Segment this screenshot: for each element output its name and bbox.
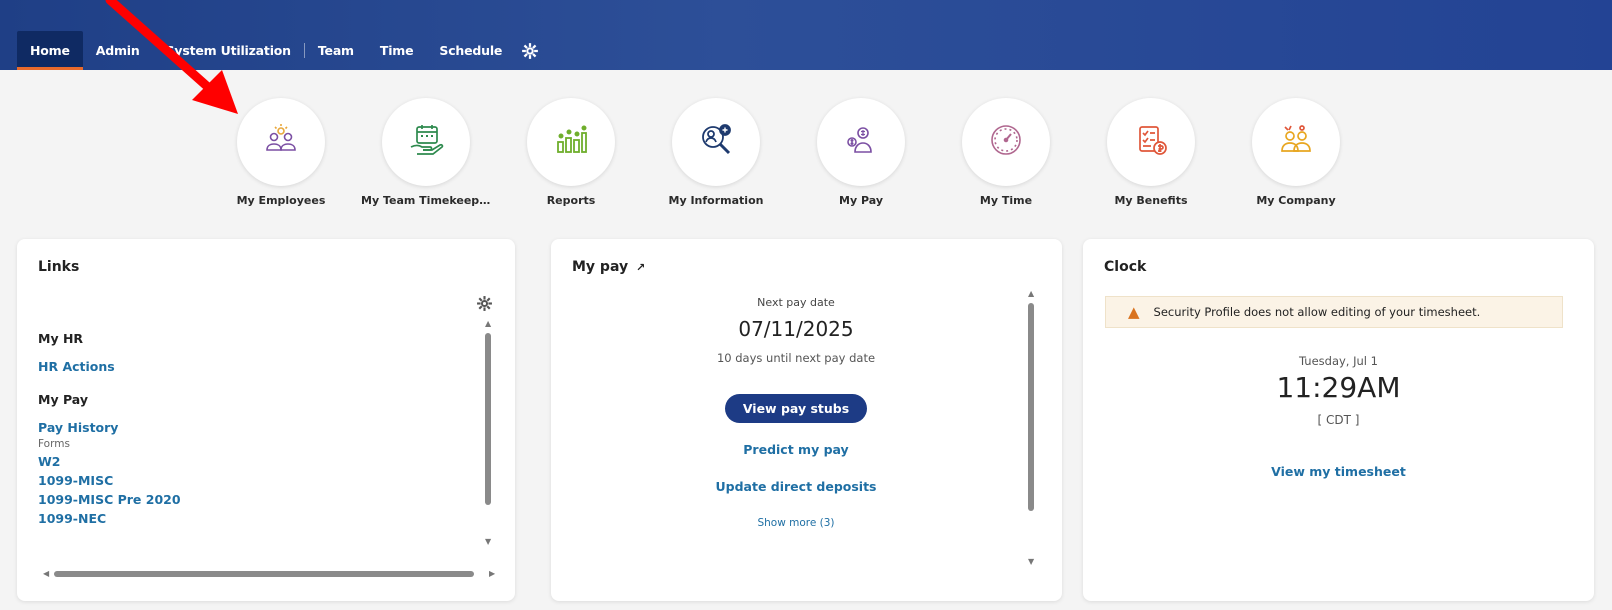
links-heading-my-hr: My HR [38,331,84,346]
my-information-icon [697,121,735,163]
links-vertical-scrollbar[interactable]: ▲ ▼ [483,319,493,549]
tile-label: Reports [546,194,596,207]
employees-icon [263,122,299,162]
predict-my-pay-link[interactable]: Predict my pay [551,442,1041,457]
my-pay-icon [843,122,879,162]
clock-time: 11:29AM [1276,371,1401,404]
next-pay-date: 07/11/2025 [738,317,854,341]
tile-label: My Team Timekeepi... [361,194,491,207]
next-pay-label: Next pay date [757,296,835,309]
tile-label: My Benefits [1114,194,1188,207]
tile-circle [962,98,1050,186]
links-subheading-forms: Forms [38,438,70,450]
my-pay-card: My pay ↗ Next pay date 07/11/2025 10 day… [551,239,1062,601]
tile-my-benefits[interactable]: My Benefits [1086,98,1216,207]
tile-my-information[interactable]: My Information [651,98,781,207]
tile-my-pay[interactable]: My Pay [796,98,926,207]
tile-label: My Company [1256,194,1336,207]
nav-home[interactable]: Home [17,31,83,70]
tile-label: My Employees [236,194,326,207]
quick-access-tiles: My Employees My Team Timekeepi... Report… [0,98,1612,218]
tile-circle [527,98,615,186]
nav-schedule[interactable]: Schedule [426,31,515,70]
external-link-icon: ↗ [635,261,646,274]
view-pay-stubs-wrap: View pay stubs [551,394,1041,423]
my-pay-title-text: My pay [572,259,629,275]
nav-admin[interactable]: Admin [83,31,153,70]
links-card-title: Links [38,259,80,275]
clock-timezone: [ CDT ] [1317,413,1360,427]
scroll-up-arrow-icon[interactable]: ▲ [1028,289,1034,298]
reports-icon [553,122,589,162]
links-list: My HR HR Actions My Pay Pay History Form… [38,329,478,526]
tile-label: My Pay [839,194,883,207]
tile-circle [237,98,325,186]
pay-vertical-scrollbar[interactable]: ▲ ▼ [1026,289,1036,569]
tile-circle [817,98,905,186]
warning-icon: ▲ [1128,303,1140,321]
clock-card: Clock ▲ Security Profile does not allow … [1083,239,1594,601]
update-direct-deposits-link[interactable]: Update direct deposits [551,479,1041,494]
scroll-down-arrow-icon[interactable]: ▼ [1028,557,1034,566]
tile-reports[interactable]: Reports [506,98,636,207]
nav-team[interactable]: Team [305,31,367,70]
link-1099-nec[interactable]: 1099-NEC [38,511,478,526]
scroll-down-arrow-icon[interactable]: ▼ [485,537,491,546]
my-benefits-icon [1133,122,1169,162]
tile-label: My Information [668,194,764,207]
tile-my-time[interactable]: My Time [941,98,1071,207]
scrollbar-thumb[interactable] [485,333,491,505]
alert-text: Security Profile does not allow editing … [1153,305,1481,319]
timesheet-permission-alert: ▲ Security Profile does not allow editin… [1105,296,1563,328]
link-hr-actions[interactable]: HR Actions [38,359,478,374]
my-company-icon [1277,121,1315,163]
show-more-link[interactable]: Show more (3) [551,517,1041,529]
top-nav-bar: Home Admin System Utilization Team Time … [0,0,1612,70]
scrollbar-thumb[interactable] [54,571,474,577]
links-horizontal-scrollbar[interactable]: ◀ ▶ [23,569,495,579]
scroll-up-arrow-icon[interactable]: ▲ [485,319,491,328]
my-pay-card-title[interactable]: My pay ↗ [572,259,645,275]
main-nav: Home Admin System Utilization Team Time … [17,31,545,70]
scroll-left-arrow-icon[interactable]: ◀ [43,569,49,578]
tile-my-employees[interactable]: My Employees [216,98,346,207]
tile-circle [672,98,760,186]
clock-card-title: Clock [1104,259,1147,275]
link-pay-history[interactable]: Pay History [38,420,478,435]
link-w2[interactable]: W2 [38,454,478,469]
clock-date: Tuesday, Jul 1 [1299,354,1378,368]
link-1099-misc-pre-2020[interactable]: 1099-MISC Pre 2020 [38,492,478,507]
tile-circle [1107,98,1195,186]
nav-time[interactable]: Time [367,31,427,70]
links-card: Links My HR HR Actions My Pay Pay Histor… [17,239,515,601]
tile-my-company[interactable]: My Company [1231,98,1361,207]
scrollbar-thumb[interactable] [1028,303,1034,511]
tile-circle [382,98,470,186]
days-until-pay: 10 days until next pay date [716,351,876,365]
view-pay-stubs-button[interactable]: View pay stubs [724,394,868,423]
tile-label: My Time [979,194,1033,207]
my-time-icon [987,121,1025,163]
team-timekeeping-icon [407,121,445,163]
tile-circle [1252,98,1340,186]
links-heading-my-pay: My Pay [38,392,88,407]
view-my-timesheet-link[interactable]: View my timesheet [1083,464,1594,479]
scroll-right-arrow-icon[interactable]: ▶ [489,569,495,578]
nav-system-utilization[interactable]: System Utilization [153,31,304,70]
nav-settings-gear-icon[interactable] [515,31,545,70]
tile-my-team-timekeeping[interactable]: My Team Timekeepi... [361,98,491,207]
link-1099-misc[interactable]: 1099-MISC [38,473,478,488]
links-settings-gear-icon[interactable] [476,295,493,317]
